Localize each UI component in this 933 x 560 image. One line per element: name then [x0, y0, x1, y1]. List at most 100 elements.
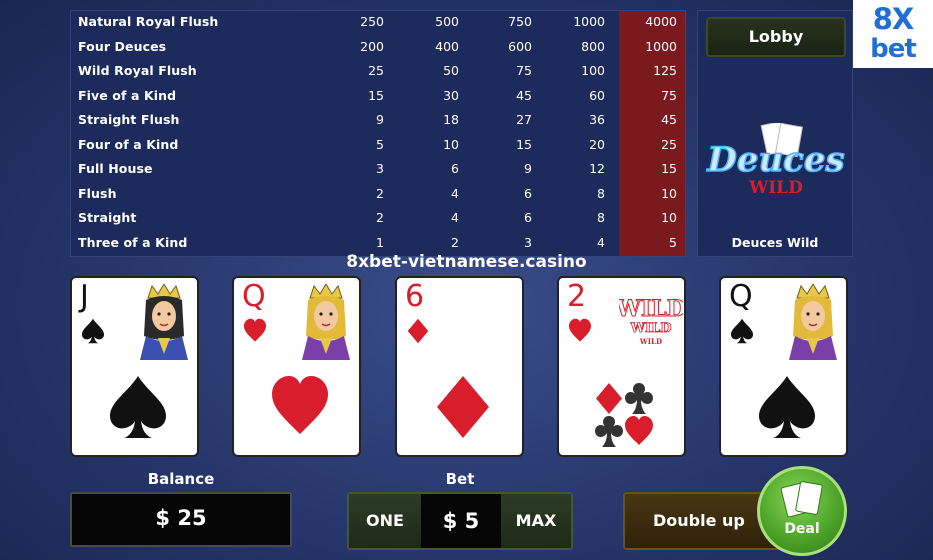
paytable-payout-coin-4: 8 [597, 185, 605, 201]
playing-card[interactable]: Q [232, 276, 361, 457]
paytable-payout-coin-4: 20 [589, 136, 605, 152]
jack-portrait-icon [136, 284, 192, 360]
lobby-button[interactable]: Lobby [706, 17, 846, 57]
brand-logo: 8X bet [853, 0, 933, 68]
bet-controls: ONE $ 5 MAX [347, 492, 573, 550]
paytable-payout-coin-4: 800 [581, 38, 605, 54]
paytable-payout-coin-3: 6 [524, 210, 532, 225]
paytable-row: Full House 3 6 9 12 15 [71, 158, 685, 182]
heart-icon [568, 318, 592, 342]
paytable-row: Five of a Kind 15 30 45 60 75 [71, 85, 685, 109]
paytable-payout-coin-4: 36 [589, 112, 605, 127]
playing-card[interactable]: 2 WILD WILD WILD [557, 276, 686, 457]
paytable-payout-coin-3: 6 [524, 185, 532, 201]
paytable-hand-name: Four Deuces [78, 38, 167, 54]
paytable-payout-coin-5: 1000 [645, 38, 677, 54]
paytable-row: Four Deuces 200 400 600 800 1000 [71, 36, 685, 60]
card-rank: Q [729, 279, 753, 314]
paytable-payout-coin-1: 250 [360, 14, 384, 29]
paytable-payout-coin-2: 10 [443, 136, 459, 152]
playing-card[interactable]: J [70, 276, 199, 457]
paytable-row: Four of a Kind 5 10 15 20 25 [71, 134, 685, 158]
queen-portrait-icon [785, 284, 841, 360]
paytable-payout-coin-3: 15 [516, 136, 532, 152]
paytable-payout-coin-2: 4 [451, 210, 459, 225]
paytable-payout-coin-5: 10 [661, 210, 677, 225]
spade-large-icon [110, 376, 166, 438]
logo-sub-text: WILD [748, 178, 803, 198]
queen-portrait-icon [298, 284, 354, 360]
paytable-payout-coin-1: 2 [376, 185, 384, 201]
paytable-payout-coin-4: 12 [589, 161, 605, 176]
paytable-hand-name: Full House [78, 161, 153, 176]
deal-label: Deal [784, 521, 820, 537]
paytable-payout-coin-4: 60 [589, 87, 605, 103]
paytable: Natural Royal Flush 250 500 750 1000 4000 Four… [70, 10, 686, 257]
paytable-hand-name: Wild Royal Flush [78, 63, 197, 78]
bet-label: Bet [445, 470, 475, 488]
balance-label: Balance [147, 470, 215, 488]
paytable-payout-coin-4: 1000 [573, 14, 605, 29]
four-suits-icon [595, 383, 653, 447]
paytable-payout-coin-5: 10 [661, 185, 677, 201]
paytable-payout-coin-1: 1 [376, 234, 384, 250]
diamond-large-icon [437, 376, 489, 438]
paytable-hand-name: Flush [78, 185, 117, 201]
paytable-row: Straight 2 4 6 8 10 [71, 207, 685, 231]
paytable-payout-coin-3: 3 [524, 234, 532, 250]
spade-icon [81, 318, 105, 344]
bet-max-button[interactable]: MAX [501, 494, 571, 548]
paytable-payout-coin-5: 25 [661, 136, 677, 152]
paytable-payout-coin-2: 400 [435, 38, 459, 54]
paytable-payout-coin-4: 8 [597, 210, 605, 225]
paytable-hand-name: Natural Royal Flush [78, 14, 219, 29]
paytable-payout-coin-1: 15 [368, 87, 384, 103]
paytable-row: Natural Royal Flush 250 500 750 1000 4000 [71, 11, 685, 35]
card-rank: 6 [405, 279, 425, 314]
paytable-hand-name: Straight [78, 210, 137, 225]
balance-display: $ 25 [70, 492, 292, 547]
deal-button[interactable]: Deal [757, 466, 847, 556]
game-name: Deuces Wild [731, 235, 819, 250]
spade-large-icon [759, 376, 815, 438]
paytable-payout-coin-1: 200 [360, 38, 384, 54]
paytable-payout-coin-3: 75 [516, 63, 532, 78]
paytable-payout-coin-2: 50 [443, 63, 459, 78]
paytable-payout-coin-5: 75 [661, 87, 677, 103]
paytable-hand-name: Five of a Kind [78, 87, 177, 103]
watermark: 8xbet-vietnamese.casino [346, 252, 587, 272]
playing-card[interactable]: Q [719, 276, 848, 457]
paytable-payout-coin-3: 750 [508, 14, 532, 29]
paytable-payout-coin-3: 9 [524, 161, 532, 176]
card-rank: J [80, 279, 89, 314]
paytable-row: Flush 2 4 6 8 10 [71, 183, 685, 207]
paytable-payout-coin-3: 27 [516, 112, 532, 127]
playing-card[interactable]: 6 [395, 276, 524, 457]
paytable-row: Wild Royal Flush 25 50 75 100 125 [71, 60, 685, 84]
wild-stamp-icon: WILDWILDWILD [619, 296, 683, 347]
spade-icon [730, 318, 754, 344]
paytable-payout-coin-2: 2 [451, 234, 459, 250]
paytable-payout-coin-5: 45 [661, 112, 677, 127]
paytable-payout-coin-2: 4 [451, 185, 459, 201]
card-rank: Q [242, 279, 266, 314]
paytable-payout-coin-2: 6 [451, 161, 459, 176]
paytable-payout-coin-1: 2 [376, 210, 384, 225]
diamond-icon [407, 318, 429, 344]
paytable-payout-coin-3: 600 [508, 38, 532, 54]
bet-value: $ 5 [421, 494, 501, 548]
paytable-hand-name: Three of a Kind [78, 234, 188, 250]
paytable-payout-coin-1: 3 [376, 161, 384, 176]
card-rank: 2 [567, 279, 587, 314]
paytable-payout-coin-5: 15 [661, 161, 677, 176]
paytable-payout-coin-5: 4000 [645, 14, 677, 29]
paytable-row: Straight Flush 9 18 27 36 45 [71, 109, 685, 133]
paytable-payout-coin-1: 25 [368, 63, 384, 78]
paytable-payout-coin-2: 18 [443, 112, 459, 127]
bet-one-button[interactable]: ONE [349, 494, 421, 548]
paytable-payout-coin-2: 500 [435, 14, 459, 29]
paytable-hand-name: Straight Flush [78, 112, 180, 127]
logo-title-text: Deuces [706, 140, 844, 180]
wild-text-3: WILD [639, 337, 662, 346]
paytable-hand-name: Four of a Kind [78, 136, 179, 152]
